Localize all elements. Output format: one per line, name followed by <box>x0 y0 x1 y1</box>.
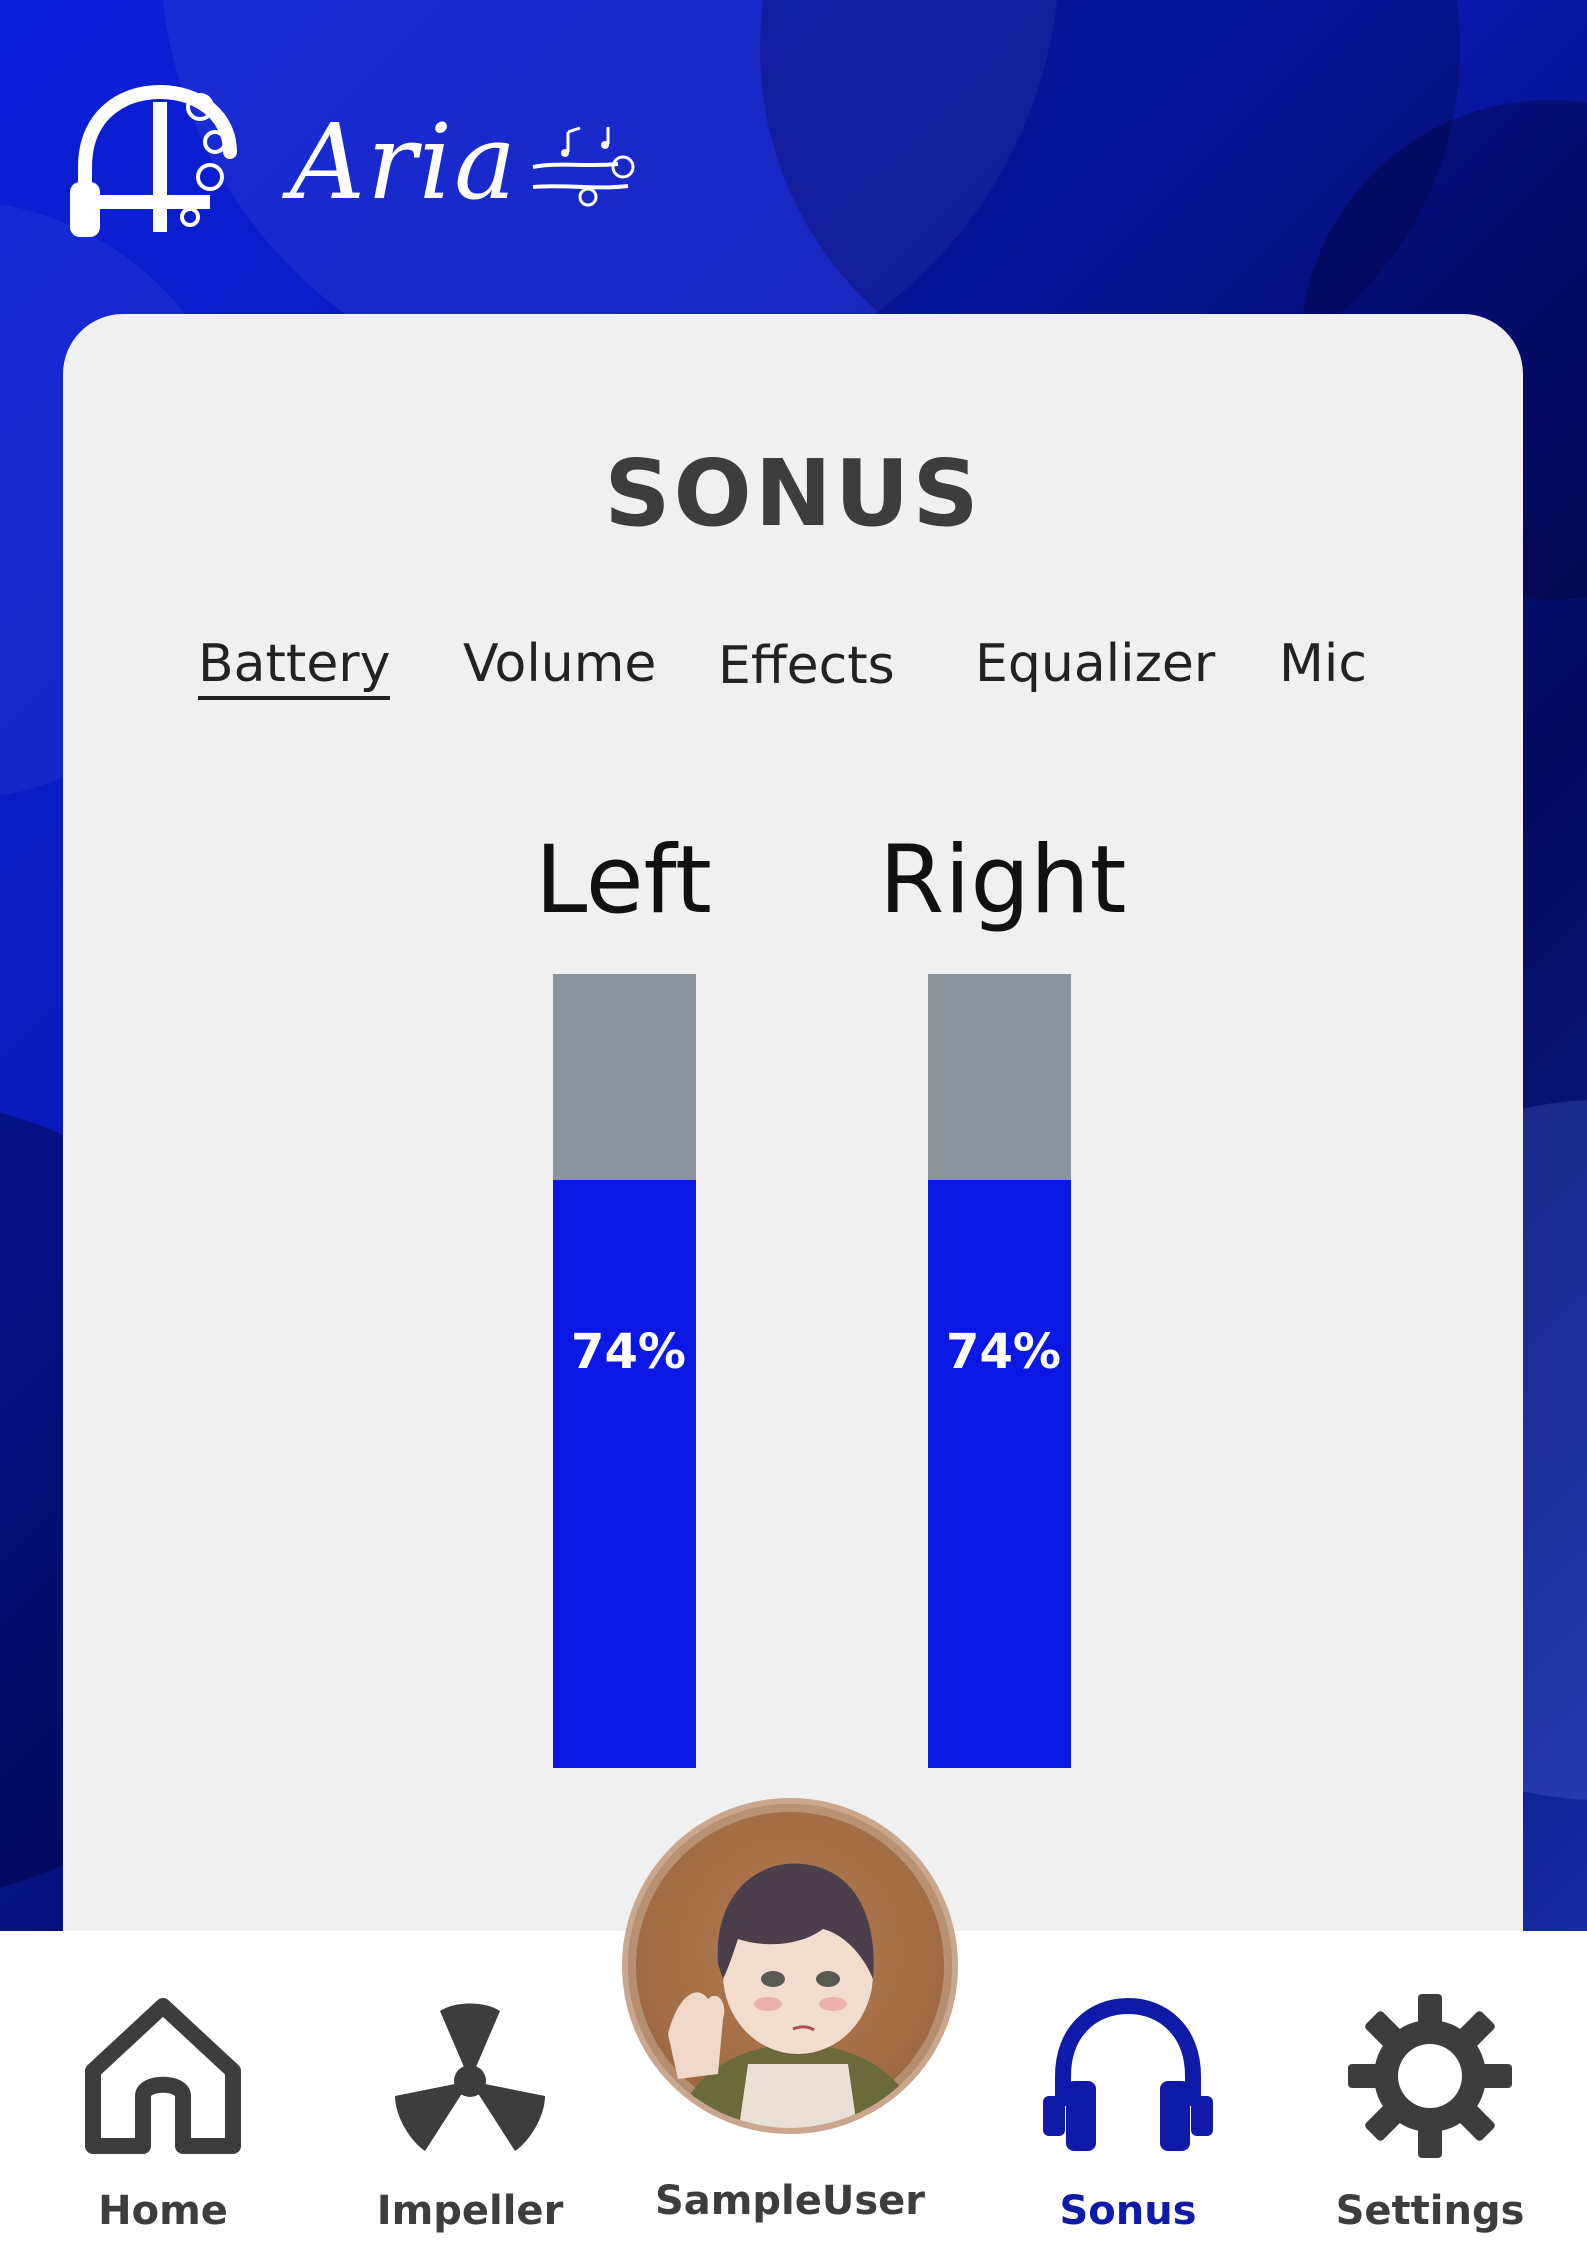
user-portrait <box>668 1863 918 2128</box>
nav-settings-label: Settings <box>1335 2188 1525 2234</box>
nav-sonus[interactable]: Sonus <box>1028 1986 1228 2234</box>
right-battery-bar: 74% <box>928 974 1071 1768</box>
tab-volume[interactable]: Volume <box>463 634 656 694</box>
main-card: SONUS Battery Volume Effects Equalizer M… <box>63 314 1523 2014</box>
right-battery-value: 74% <box>946 1324 1061 1380</box>
tab-battery[interactable]: Battery <box>198 634 391 700</box>
app-logo: Aria <box>60 72 660 252</box>
tab-mic[interactable]: Mic <box>1279 634 1367 694</box>
music-notes-icon <box>532 126 635 207</box>
right-battery-fill <box>928 1180 1071 1768</box>
nav-sonus-label: Sonus <box>1059 2188 1197 2234</box>
home-icon <box>85 1998 241 2154</box>
nav-settings[interactable]: Settings <box>1330 1986 1530 2234</box>
nav-impeller[interactable]: Impeller <box>370 1986 570 2234</box>
nav-user-label[interactable]: SampleUser <box>590 2178 990 2224</box>
nav-home[interactable]: Home <box>63 1986 263 2234</box>
tab-equalizer[interactable]: Equalizer <box>975 634 1215 694</box>
nav-home-label: Home <box>98 2188 228 2234</box>
left-battery-value: 74% <box>571 1324 686 1380</box>
tab-effects[interactable]: Effects <box>718 636 895 696</box>
gear-icon <box>1348 1994 1512 2158</box>
nav-impeller-label: Impeller <box>376 2188 564 2234</box>
page-title: SONUS <box>604 440 982 547</box>
left-battery-bar: 74% <box>553 974 696 1768</box>
left-battery-fill <box>553 1180 696 1768</box>
avatar[interactable] <box>622 1798 958 2134</box>
headphones-logo-icon <box>70 84 237 237</box>
logo-text: Aria <box>290 101 519 223</box>
left-label: Left <box>535 826 712 935</box>
right-label: Right <box>879 826 1127 935</box>
headphones-icon <box>1043 1997 1213 2151</box>
impeller-icon <box>395 2003 545 2151</box>
